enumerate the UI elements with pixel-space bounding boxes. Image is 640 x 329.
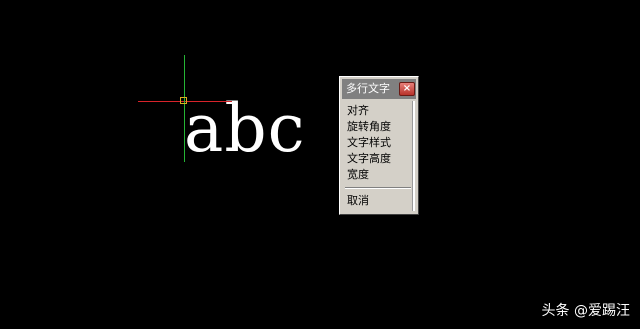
menu-item-cancel[interactable]: 取消 xyxy=(347,193,369,208)
mtext-context-menu: 多行文字 × 对齐 旋转角度 文字样式 文字高度 宽度 取消 xyxy=(339,76,419,215)
menu-item-rotation[interactable]: 旋转角度 xyxy=(347,119,391,134)
menu-separator xyxy=(345,187,411,189)
mtext-preview: abc xyxy=(184,90,306,167)
menu-item-text-style[interactable]: 文字样式 xyxy=(347,135,391,150)
menu-title-bar[interactable]: 多行文字 × xyxy=(342,79,416,99)
crosshair-cursor xyxy=(0,0,640,329)
menu-item-width[interactable]: 宽度 xyxy=(347,167,369,182)
drawing-canvas[interactable]: abc 多行文字 × 对齐 旋转角度 文字样式 文字高度 宽度 取消 xyxy=(0,0,640,329)
menu-scrollbar[interactable] xyxy=(412,101,415,211)
close-icon[interactable]: × xyxy=(399,82,415,96)
menu-item-justify[interactable]: 对齐 xyxy=(347,103,369,118)
menu-title: 多行文字 xyxy=(346,82,390,95)
menu-items: 对齐 旋转角度 文字样式 文字高度 宽度 取消 xyxy=(343,101,413,211)
menu-item-text-height[interactable]: 文字高度 xyxy=(347,151,391,166)
watermark: 头条 @爱踢汪 xyxy=(541,303,630,319)
